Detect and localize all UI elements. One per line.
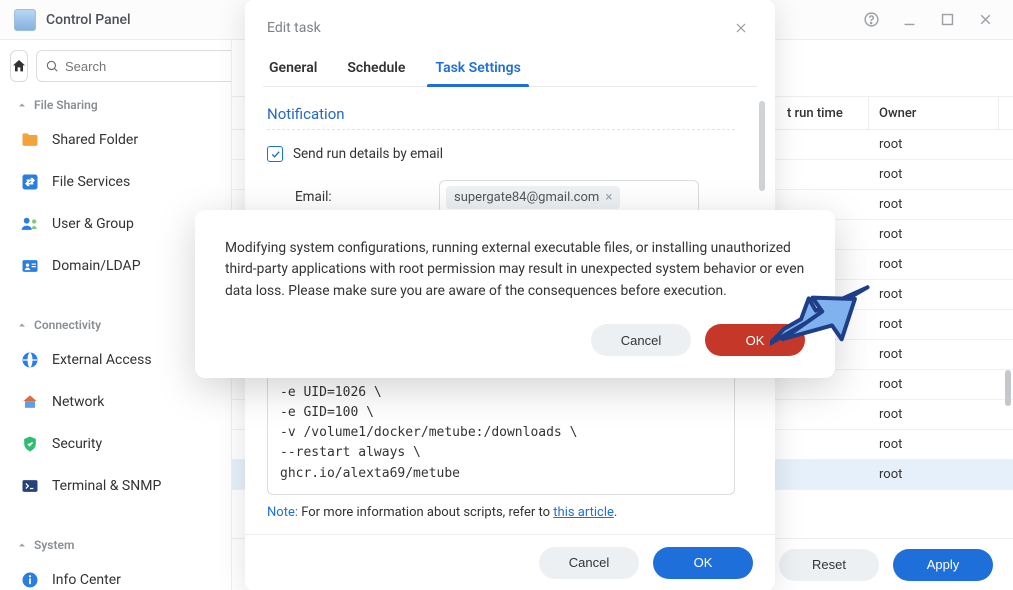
cell-owner: root — [869, 257, 999, 272]
cell-owner: root — [869, 377, 999, 392]
cell-owner: root — [869, 227, 999, 242]
app-icon — [14, 9, 36, 31]
sidebar-item-shared-folder[interactable]: Shared Folder — [10, 122, 221, 158]
email-tag-remove[interactable]: × — [605, 190, 612, 205]
notification-section-title: Notification — [267, 101, 735, 130]
sidebar-item-label: Shared Folder — [52, 132, 138, 148]
window-title: Control Panel — [46, 12, 131, 28]
sidebar-item-terminal-snmp[interactable]: Terminal & SNMP — [10, 468, 221, 504]
cell-owner: root — [869, 197, 999, 212]
send-email-checkbox[interactable] — [267, 146, 283, 162]
section-system[interactable]: System — [10, 528, 221, 556]
minimize-button[interactable] — [895, 6, 923, 34]
email-field[interactable]: supergate84@gmail.com × — [439, 180, 699, 214]
globe-icon — [20, 350, 40, 370]
cell-owner: root — [869, 467, 999, 482]
sidebar-item-label: Terminal & SNMP — [52, 478, 161, 494]
section-connectivity[interactable]: Connectivity — [10, 308, 221, 336]
warning-ok-button[interactable]: OK — [705, 324, 805, 356]
apply-button[interactable]: Apply — [893, 549, 993, 581]
search-icon — [45, 59, 59, 73]
content-scrollbar[interactable] — [1005, 170, 1011, 500]
cell-owner: root — [869, 317, 999, 332]
sidebar-item-domain-ldap[interactable]: Domain/LDAP — [10, 248, 221, 284]
warning-dialog: Modifying system configurations, running… — [195, 210, 835, 378]
close-icon — [734, 21, 748, 35]
chevron-up-icon — [16, 99, 28, 111]
cell-owner: root — [869, 287, 999, 302]
cell-owner: root — [869, 137, 999, 152]
search-field[interactable] — [36, 50, 232, 82]
chevron-up-icon — [16, 539, 28, 551]
send-email-label: Send run details by email — [293, 146, 443, 162]
sidebar-item-label: Info Center — [52, 572, 121, 588]
sidebar-item-security[interactable]: Security — [10, 426, 221, 462]
email-tag-value: supergate84@gmail.com — [454, 190, 599, 205]
shield-icon — [20, 434, 40, 454]
sidebar-item-external-access[interactable]: External Access — [10, 342, 221, 378]
users-icon — [20, 214, 40, 234]
terminal-icon — [20, 476, 40, 496]
tab-task-settings[interactable]: Task Settings — [433, 54, 522, 86]
reset-button[interactable]: Reset — [779, 549, 879, 581]
email-label: Email: — [295, 189, 425, 205]
sidebar-item-label: External Access — [52, 352, 152, 368]
close-button[interactable] — [971, 6, 999, 34]
swap-icon — [20, 172, 40, 192]
cell-owner: root — [869, 437, 999, 452]
folder-icon — [20, 130, 40, 150]
edit-task-cancel-button[interactable]: Cancel — [539, 547, 639, 579]
sidebar-item-label: File Services — [52, 174, 130, 190]
info-icon — [20, 570, 40, 590]
user-script-textarea[interactable]: -e UID=1026 \ -e GID=100 \ -v /volume1/d… — [267, 372, 735, 495]
sidebar-item-network[interactable]: Network — [10, 384, 221, 420]
col-owner[interactable]: Owner — [869, 97, 999, 129]
sidebar-item-label: Domain/LDAP — [52, 258, 141, 274]
section-file-sharing[interactable]: File Sharing — [10, 88, 221, 116]
house-network-icon — [20, 392, 40, 412]
search-input[interactable] — [65, 59, 232, 74]
script-note: Note: For more information about scripts… — [267, 495, 735, 520]
sidebar-item-info-center[interactable]: Info Center — [10, 562, 221, 590]
dialog-title: Edit task — [267, 20, 321, 36]
tab-general[interactable]: General — [267, 54, 319, 86]
warning-cancel-button[interactable]: Cancel — [591, 324, 691, 356]
chevron-up-icon — [16, 319, 28, 331]
warning-message: Modifying system configurations, running… — [225, 238, 805, 302]
cell-owner: root — [869, 167, 999, 182]
home-icon — [11, 58, 27, 74]
col-runtime[interactable]: t run time — [777, 97, 869, 129]
cell-owner: root — [869, 407, 999, 422]
id-card-icon — [20, 256, 40, 276]
checkmark-icon — [270, 149, 281, 160]
note-link[interactable]: this article — [553, 505, 614, 520]
cell-owner: root — [869, 347, 999, 362]
sidebar-item-label: Network — [52, 394, 104, 410]
dialog-close-button[interactable] — [729, 16, 753, 40]
maximize-button[interactable] — [933, 6, 961, 34]
sidebar-item-file-services[interactable]: File Services — [10, 164, 221, 200]
help-button[interactable] — [857, 6, 885, 34]
sidebar-item-user-group[interactable]: User & Group — [10, 206, 221, 242]
tab-schedule[interactable]: Schedule — [345, 54, 407, 86]
sidebar-item-label: User & Group — [52, 216, 134, 232]
sidebar-item-label: Security — [52, 436, 102, 452]
edit-task-ok-button[interactable]: OK — [653, 547, 753, 579]
home-button[interactable] — [10, 50, 28, 82]
